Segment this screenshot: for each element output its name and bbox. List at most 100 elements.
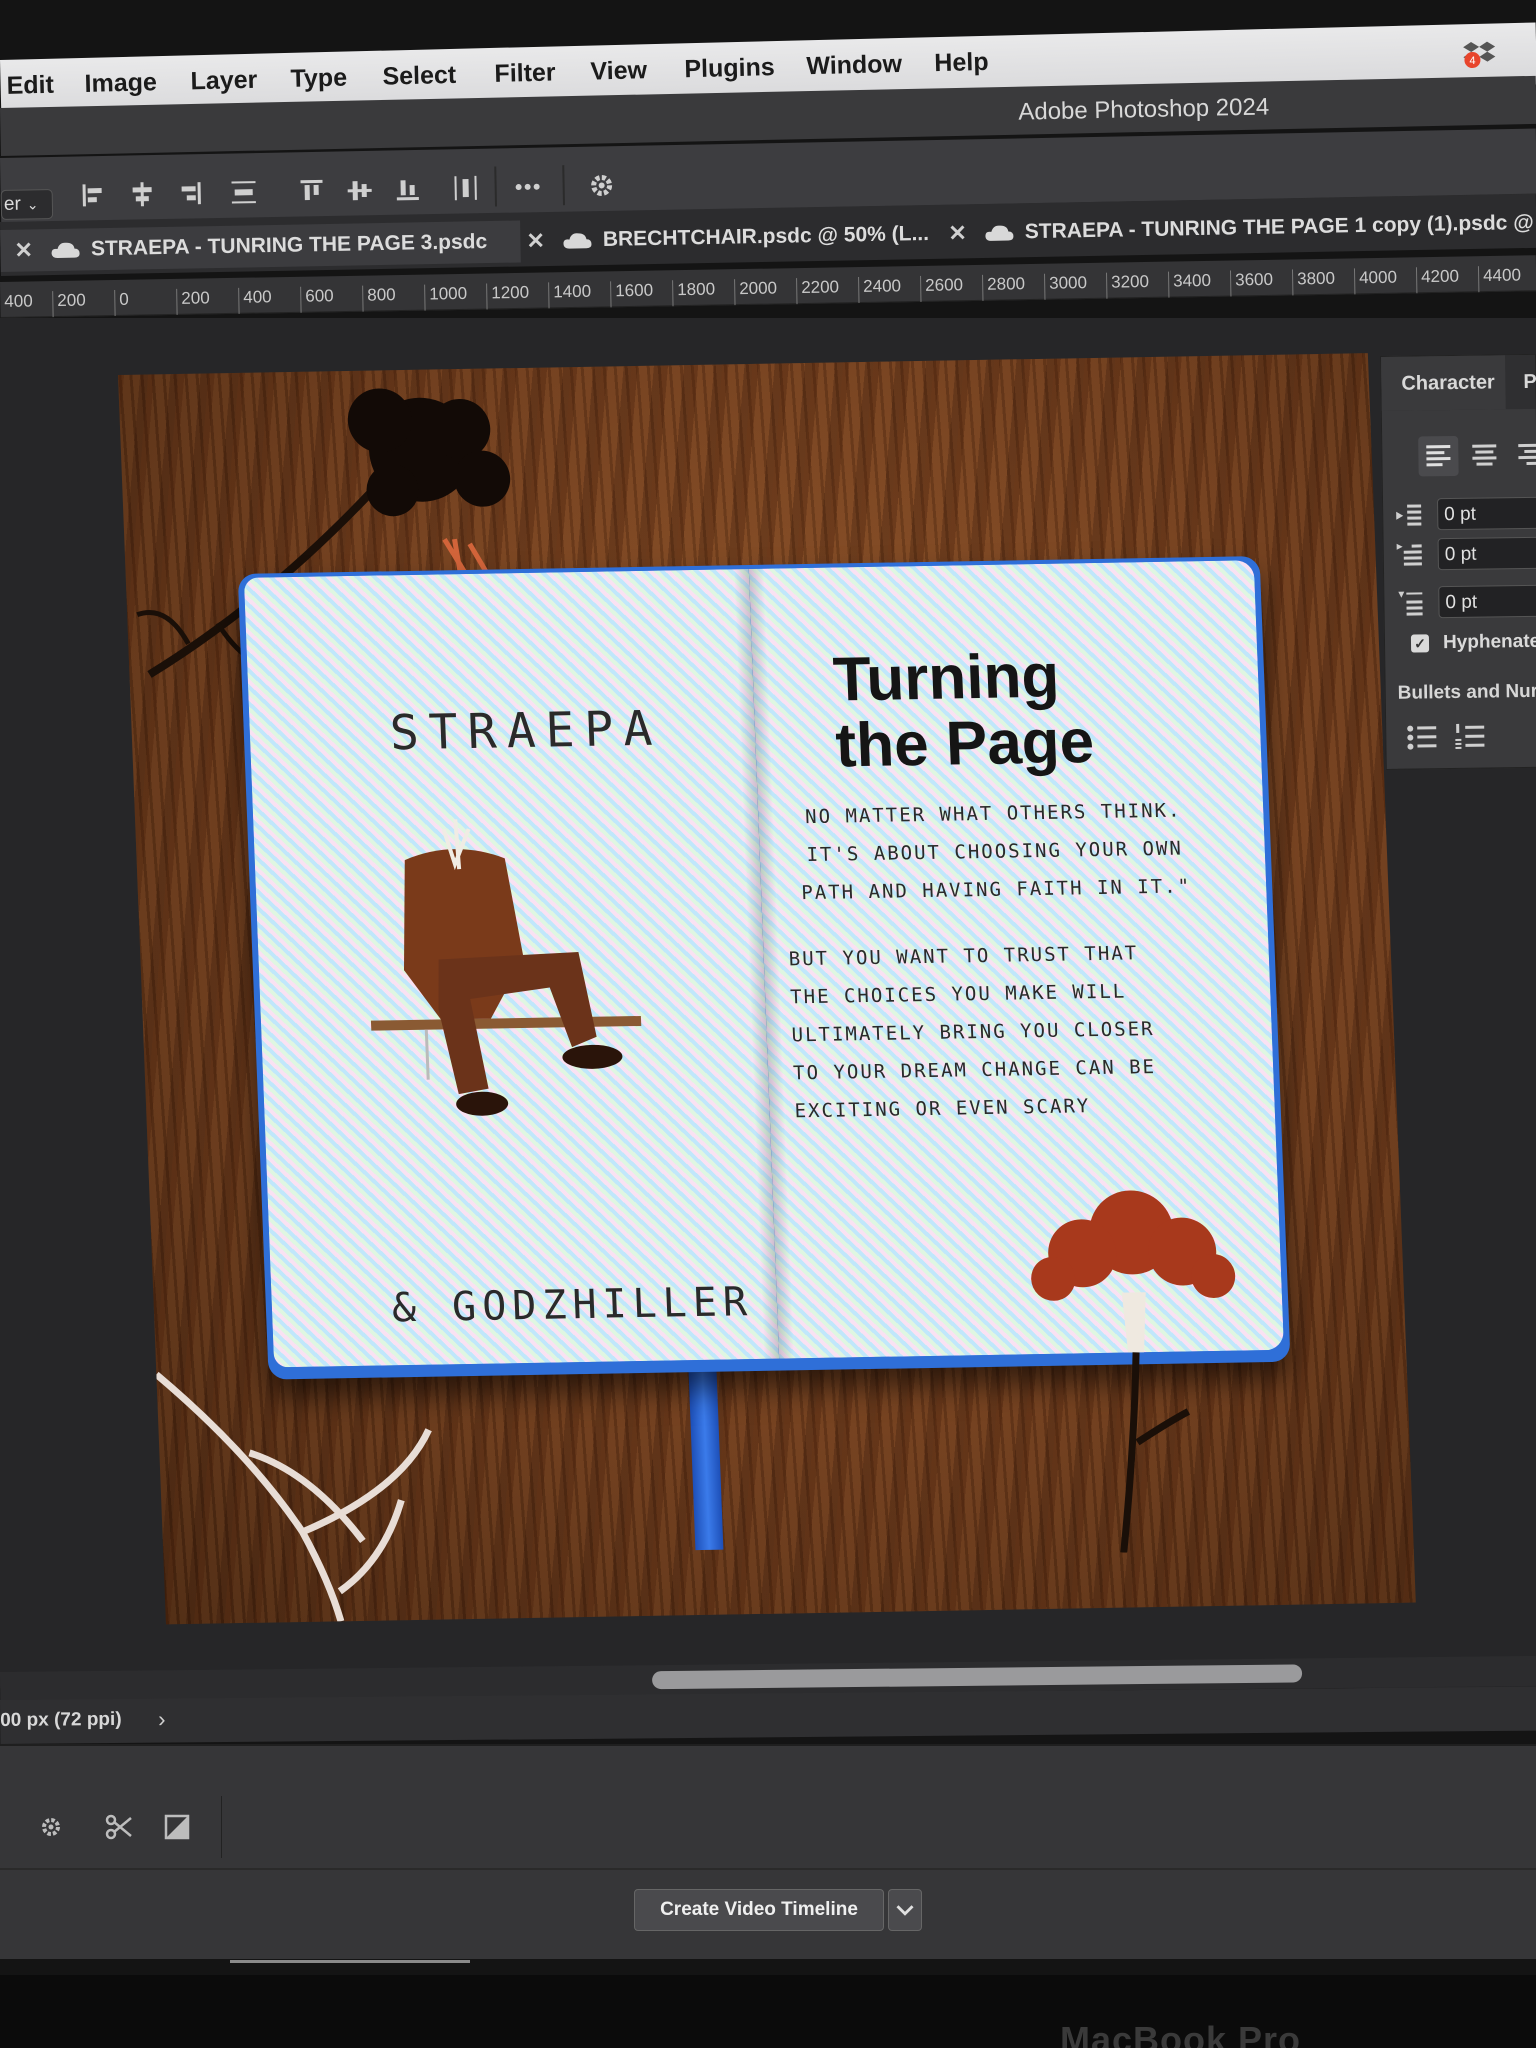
ruler-label: 3800 [1291, 268, 1336, 296]
cloud-document-icon [52, 242, 81, 258]
ruler-label: 4000 [1353, 267, 1398, 295]
notebook-bookmark-ribbon [687, 1349, 724, 1551]
auto-select-value: er [3, 193, 21, 215]
align-text-right-icon[interactable] [1510, 435, 1536, 476]
indent-left-icon [1396, 504, 1422, 526]
status-menu-chevron-icon[interactable]: › [158, 1707, 166, 1733]
ruler-label: 2200 [796, 277, 840, 305]
close-icon[interactable]: ✕ [948, 220, 967, 246]
tab-label: BRECHTCHAIR.psdc @ 50% (L... [602, 221, 930, 251]
transition-icon[interactable] [162, 1812, 192, 1842]
body-text[interactable]: BUT YOU WANT TO TRUST THAT THE CHOICES Y… [788, 933, 1195, 1130]
bullets-section-title: Bullets and Nur [1397, 680, 1536, 704]
menu-window[interactable]: Window [806, 50, 902, 81]
align-left-icon[interactable] [78, 180, 109, 211]
timeline-toolbar [0, 1796, 222, 1858]
feature-name-text[interactable]: & GODZHILLER [391, 1279, 754, 1331]
tab-paragraph[interactable]: P [1523, 371, 1536, 394]
tab-straepa-page-1-copy[interactable]: ✕ STRAEPA - TUNRING THE PAGE 1 copy (1).… [948, 202, 1536, 255]
split-scissors-icon[interactable] [104, 1812, 134, 1842]
laptop-bezel: MacBook Pro [0, 1975, 1536, 2048]
quote-text[interactable]: NO MATTER WHAT OTHERS THINK. IT'S ABOUT … [798, 791, 1192, 912]
ruler-label: 3200 [1106, 271, 1150, 299]
cloud-document-icon [985, 225, 1014, 241]
ruler-label: 4400 [1477, 265, 1522, 293]
ruler-label: 4200 [1415, 266, 1460, 294]
tab-straepa-page-3[interactable]: ✕ STRAEPA - TUNRING THE PAGE 3.psdc [0, 220, 521, 272]
distribute-vertical-icon[interactable] [228, 177, 259, 208]
book-title-line-1: Turning [831, 641, 1061, 715]
gear-icon[interactable] [586, 170, 617, 201]
tab-brechtchair[interactable]: ✕ BRECHTCHAIR.psdc @ 50% (L... [526, 213, 947, 263]
menu-layer[interactable]: Layer [190, 66, 257, 97]
cloud-document-icon [563, 233, 592, 249]
ruler-label: 200 [176, 288, 210, 315]
hyphenate-label: Hyphenate [1442, 630, 1536, 654]
indent-first-line-field[interactable]: 0 pt [1437, 536, 1536, 571]
align-right-icon[interactable] [174, 178, 205, 209]
ruler-label: 2000 [734, 278, 778, 306]
numbered-list-icon[interactable] [1454, 722, 1486, 752]
open-notebook: STRAEPA & GODZHILLER Turning the Page NO… [237, 556, 1291, 1554]
close-icon[interactable]: ✕ [526, 228, 545, 254]
app-title: Adobe Photoshop 2024 [1018, 93, 1270, 126]
menu-help[interactable]: Help [934, 48, 989, 78]
align-text-center-icon[interactable] [1464, 435, 1505, 476]
align-text-left-icon[interactable] [1418, 435, 1459, 477]
ruler-label: 3000 [1044, 273, 1088, 300]
close-icon[interactable]: ✕ [14, 237, 33, 263]
artboard-canvas[interactable]: STRAEPA & GODZHILLER Turning the Page NO… [118, 353, 1416, 1625]
menu-view[interactable]: View [590, 56, 647, 86]
timeline-settings-gear-icon[interactable] [36, 1812, 66, 1842]
ruler-label: 400 [4, 291, 33, 311]
menu-edit[interactable]: Edit [6, 71, 54, 101]
headless-suit-chair-illustration [370, 819, 642, 1116]
scrollbar-thumb[interactable] [652, 1664, 1303, 1690]
document-size-readout: 00 px (72 ppi) [0, 1708, 122, 1731]
tab-character[interactable]: Character [1381, 355, 1506, 411]
space-before-icon [1398, 591, 1423, 616]
ruler-label: 2800 [982, 274, 1026, 301]
menu-type[interactable]: Type [290, 64, 347, 94]
toolbar-divider [562, 165, 566, 206]
indent-left-field[interactable]: 0 pt [1436, 496, 1536, 531]
hyphenate-option[interactable]: ✓ Hyphenate [1410, 630, 1536, 655]
menu-filter[interactable]: Filter [494, 58, 556, 88]
panel-tab-strip: Character P [1381, 354, 1536, 411]
tab-label: STRAEPA - TUNRING THE PAGE 1 copy (1).ps… [1024, 210, 1534, 244]
distribute-horizontal-icon[interactable] [450, 173, 481, 204]
align-bottom-icon[interactable] [392, 174, 423, 205]
align-center-h-icon[interactable] [126, 179, 157, 210]
toolbar-divider [494, 166, 498, 207]
space-before-field[interactable]: 0 pt [1438, 584, 1536, 619]
chevron-down-icon[interactable] [888, 1889, 922, 1931]
align-middle-icon[interactable] [344, 175, 375, 206]
auto-select-dropdown[interactable]: er ⌄ [0, 188, 54, 220]
ruler-label: 1000 [424, 283, 468, 311]
timeline-zoom-slider[interactable] [230, 1958, 470, 1964]
ruler-label: 3400 [1167, 270, 1212, 298]
red-carnation-illustration [1031, 1190, 1236, 1554]
bulleted-list-icon[interactable] [1406, 722, 1438, 752]
dropbox-icon[interactable]: 4 [1462, 35, 1497, 70]
timeline-divider [0, 1868, 1536, 1870]
ruler-label: 2600 [920, 275, 964, 302]
indent-first-line-icon [1396, 543, 1422, 566]
book-title-line-2: the Page [834, 707, 1096, 781]
ruler-label: 3600 [1229, 269, 1274, 297]
more-options-icon[interactable] [512, 172, 543, 203]
hyphenate-checkbox[interactable]: ✓ [1410, 634, 1430, 653]
book-title-text[interactable]: Turning the Page [831, 641, 1096, 781]
menu-plugins[interactable]: Plugins [684, 53, 775, 84]
ruler-label: 1600 [610, 280, 654, 308]
ruler-label: 1200 [486, 282, 530, 310]
menu-image[interactable]: Image [84, 68, 157, 99]
align-top-icon[interactable] [296, 176, 327, 207]
indent-left-row: 0 pt [1395, 496, 1536, 533]
character-paragraph-panel: Character P 0 pt 0 pt 0 pt ✓ Hyphenate B… [1380, 353, 1536, 770]
space-before-row: 0 pt [1396, 584, 1536, 621]
menu-select[interactable]: Select [382, 61, 456, 92]
artist-name-text[interactable]: STRAEPA [389, 701, 663, 762]
laptop-brand-label: MacBook Pro [1060, 2019, 1302, 2048]
create-video-timeline-button[interactable]: Create Video Timeline [634, 1889, 884, 1931]
